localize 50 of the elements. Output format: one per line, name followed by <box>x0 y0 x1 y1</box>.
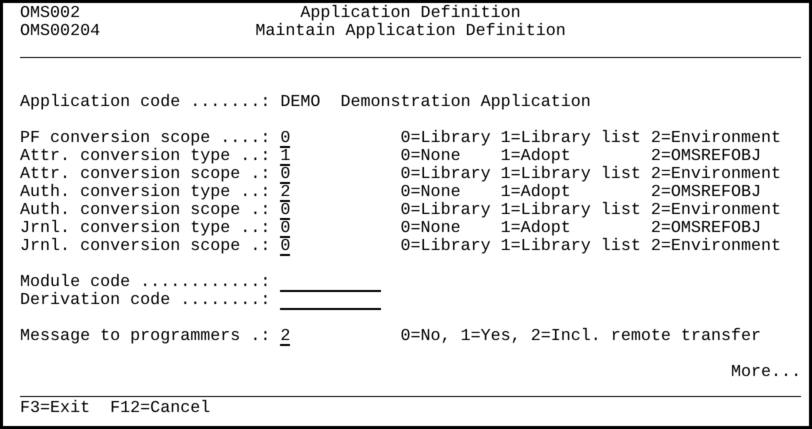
more-indicator: More... <box>730 364 802 382</box>
field-label: Derivation code ........: <box>20 292 272 310</box>
field-label: PF conversion scope ....: <box>20 130 272 148</box>
option-hint: 0=Library <box>400 202 492 220</box>
option-hint: 0=Library <box>400 166 492 184</box>
option-hint: 2=Environment <box>650 130 782 148</box>
field-label: Auth. conversion type ..: <box>20 184 272 202</box>
option-hint: 1=Library list <box>500 166 642 184</box>
screen-subtitle: Maintain Application Definition <box>255 23 566 41</box>
input-field[interactable]: 0 <box>280 220 290 238</box>
input-field[interactable]: 0 <box>280 238 290 256</box>
option-hint: 2=OMSREFOBJ <box>650 148 762 166</box>
application-code: DEMO <box>280 94 322 112</box>
screen-title: Application Definition <box>300 5 521 23</box>
function-key[interactable]: F3=Exit <box>20 400 90 418</box>
option-hint: 0=None <box>400 220 461 238</box>
option-hint: 0=None <box>400 148 461 166</box>
option-hint: 1=Adopt <box>500 148 571 166</box>
field-label: Jrnl. conversion scope .: <box>20 238 272 256</box>
option-hint: 1=Adopt <box>500 184 571 202</box>
option-hint: 2=Environment <box>650 202 782 220</box>
field-label: Attr. conversion scope .: <box>20 166 272 184</box>
input-field[interactable]: 0 <box>280 166 290 184</box>
option-hint: 2=Environment <box>650 238 782 256</box>
option-hint: 2=Environment <box>650 166 782 184</box>
option-hint: 1=Library list <box>500 238 642 256</box>
option-hint: 1=Library list <box>500 130 642 148</box>
input-field[interactable]: 0 <box>280 130 290 148</box>
option-hint: 0=No, 1=Yes, 2=Incl. remote transfer <box>400 328 762 346</box>
field-label: Jrnl. conversion type ..: <box>20 220 272 238</box>
option-hint: 0=Library <box>400 238 492 256</box>
input-field[interactable]: 1 <box>280 148 290 166</box>
field-label: Application code .......: <box>20 94 272 112</box>
input-field[interactable]: 2 <box>280 184 290 202</box>
field-label: Message to programmers .: <box>20 328 272 346</box>
field-label: Module code ............: <box>20 274 272 292</box>
input-field[interactable]: 0 <box>280 202 290 220</box>
format-id: OMS00204 <box>20 23 100 41</box>
option-hint: 1=Library list <box>500 202 642 220</box>
option-hint: 0=Library <box>400 130 492 148</box>
application-description: Demonstration Application <box>340 94 591 112</box>
field-label: Auth. conversion scope .: <box>20 202 272 220</box>
option-hint: 2=OMSREFOBJ <box>650 220 762 238</box>
program-id: OMS002 <box>20 5 80 23</box>
option-hint: 2=OMSREFOBJ <box>650 184 762 202</box>
input-field[interactable]: 2 <box>280 328 290 346</box>
field-label: Attr. conversion type ..: <box>20 148 272 166</box>
option-hint: 0=None <box>400 184 461 202</box>
option-hint: 1=Adopt <box>500 220 571 238</box>
function-key[interactable]: F12=Cancel <box>110 400 210 418</box>
